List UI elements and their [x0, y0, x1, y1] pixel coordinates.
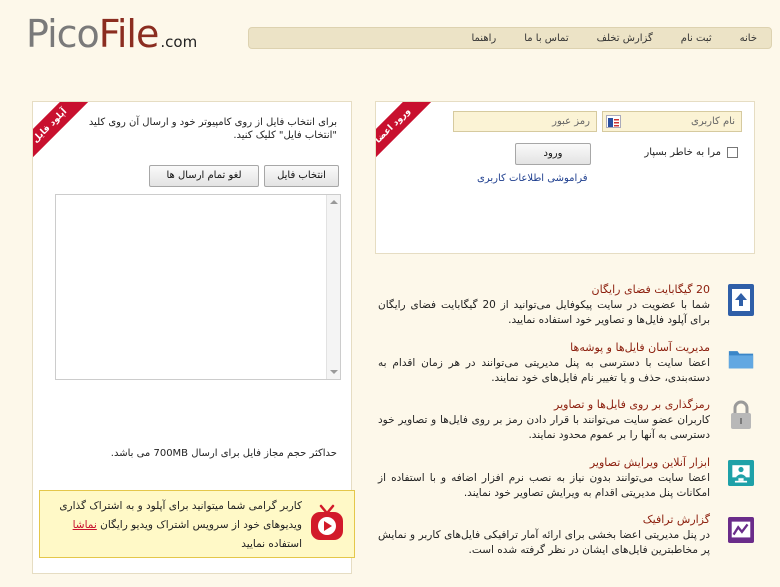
password-input[interactable]: رمز عبور: [453, 111, 597, 132]
feature-desc: کاربران عضو سایت می‌توانند با قرار دادن …: [378, 414, 710, 441]
password-placeholder: رمز عبور: [552, 116, 590, 127]
upload-queue-list[interactable]: [55, 194, 341, 380]
nav-report-abuse[interactable]: گزارش تخلف: [597, 33, 653, 44]
feature-title: مدیریت آسان فایل‌ها و پوشه‌ها: [570, 341, 710, 354]
feature-traffic-report: گزارش ترافیک در پنل مدیریتی اعضا بخشی بر…: [376, 513, 754, 573]
nav-register[interactable]: ثبت نام: [681, 33, 712, 44]
feature-desc: اعضا سایت می‌توانند بدون نیاز به نصب نرم…: [378, 472, 710, 499]
upload-instructions: برای انتخاب فایل از روی کامپیوتر خود و ا…: [88, 117, 337, 141]
id-card-icon: [606, 115, 621, 128]
login-ribbon-label: ورود اعضا: [376, 102, 432, 162]
image-editor-icon: [728, 457, 754, 489]
login-button[interactable]: ورود: [515, 143, 591, 165]
site-logo[interactable]: PicoFile .com: [26, 12, 197, 56]
feature-file-management: مدیریت آسان فایل‌ها و پوشه‌ها اعضا سایت …: [376, 341, 754, 401]
nav-home[interactable]: خانه: [740, 33, 757, 44]
max-size-note: حداکثر حجم مجاز فایل برای ارسال 700MB می…: [110, 448, 337, 459]
main-nav: خانه ثبت نام گزارش تخلف تماس با ما راهنم…: [248, 27, 772, 49]
promo-text-after: استفاده نمایید: [241, 538, 302, 550]
upload-panel: آپلود فایل برای انتخاب فایل از روی کامپی…: [32, 101, 355, 574]
chart-icon: [728, 514, 754, 546]
feature-desc: در پنل مدیریتی اعضا بخشی برای ارائه آمار…: [378, 529, 710, 556]
choose-file-button[interactable]: انتخاب فایل: [264, 165, 339, 187]
cancel-all-uploads-button[interactable]: لغو تمام ارسال ها: [149, 165, 259, 187]
forgot-password-link[interactable]: فراموشی اطلاعات کاربری: [477, 173, 588, 184]
queue-scrollbar[interactable]: [326, 195, 340, 379]
folder-icon: [728, 342, 754, 374]
namasha-promo-text: کاربر گرامی شما میتوانید برای آپلود و به…: [46, 497, 302, 554]
username-placeholder: نام کاربری: [691, 116, 735, 127]
nav-help[interactable]: راهنما: [471, 33, 496, 44]
logo-file: File: [98, 12, 160, 56]
remember-checkbox[interactable]: [727, 147, 738, 158]
remember-label: مرا به خاطر بسپار: [644, 147, 721, 158]
feature-title: 20 گیگابایت فضای رایگان: [591, 283, 710, 296]
feature-title: گزارش ترافیک: [642, 513, 710, 526]
scroll-up-icon[interactable]: [330, 200, 338, 204]
logo-pico: Pico: [26, 12, 100, 56]
feature-title: ابزار آنلاین ویرایش تصاویر: [589, 456, 710, 469]
feature-desc: اعضا سایت با دسترسی به پنل مدیریتی می‌تو…: [378, 357, 710, 384]
login-panel: ورود اعضا نام کاربری رمز عبور ورود مرا ب…: [375, 101, 755, 254]
username-input[interactable]: نام کاربری: [602, 111, 742, 132]
namasha-link[interactable]: نماشا: [73, 519, 97, 531]
feature-title: رمزگذاری بر روی فایل‌ها و تصاویر: [554, 398, 710, 411]
namasha-tv-icon: [310, 504, 344, 540]
upload-ribbon: آپلود فایل: [33, 102, 93, 162]
upload-arrow-icon: [728, 284, 754, 316]
feature-free-space: 20 گیگابایت فضای رایگان شما با عضویت در …: [376, 283, 754, 343]
login-ribbon: ورود اعضا: [376, 102, 436, 162]
feature-desc: شما با عضویت در سایت پیکوفایل می‌توانید …: [378, 299, 710, 326]
nav-contact[interactable]: تماس با ما: [524, 33, 568, 44]
feature-password-protection: رمزگذاری بر روی فایل‌ها و تصاویر کاربران…: [376, 398, 754, 458]
namasha-promo-box: کاربر گرامی شما میتوانید برای آپلود و به…: [39, 490, 355, 558]
upload-ribbon-label: آپلود فایل: [33, 102, 89, 162]
feature-image-editor: ابزار آنلاین ویرایش تصاویر اعضا سایت می‌…: [376, 456, 754, 516]
lock-icon: [728, 399, 754, 431]
logo-com: .com: [160, 33, 198, 51]
scroll-down-icon[interactable]: [330, 370, 338, 374]
remember-me[interactable]: مرا به خاطر بسپار: [644, 147, 738, 158]
